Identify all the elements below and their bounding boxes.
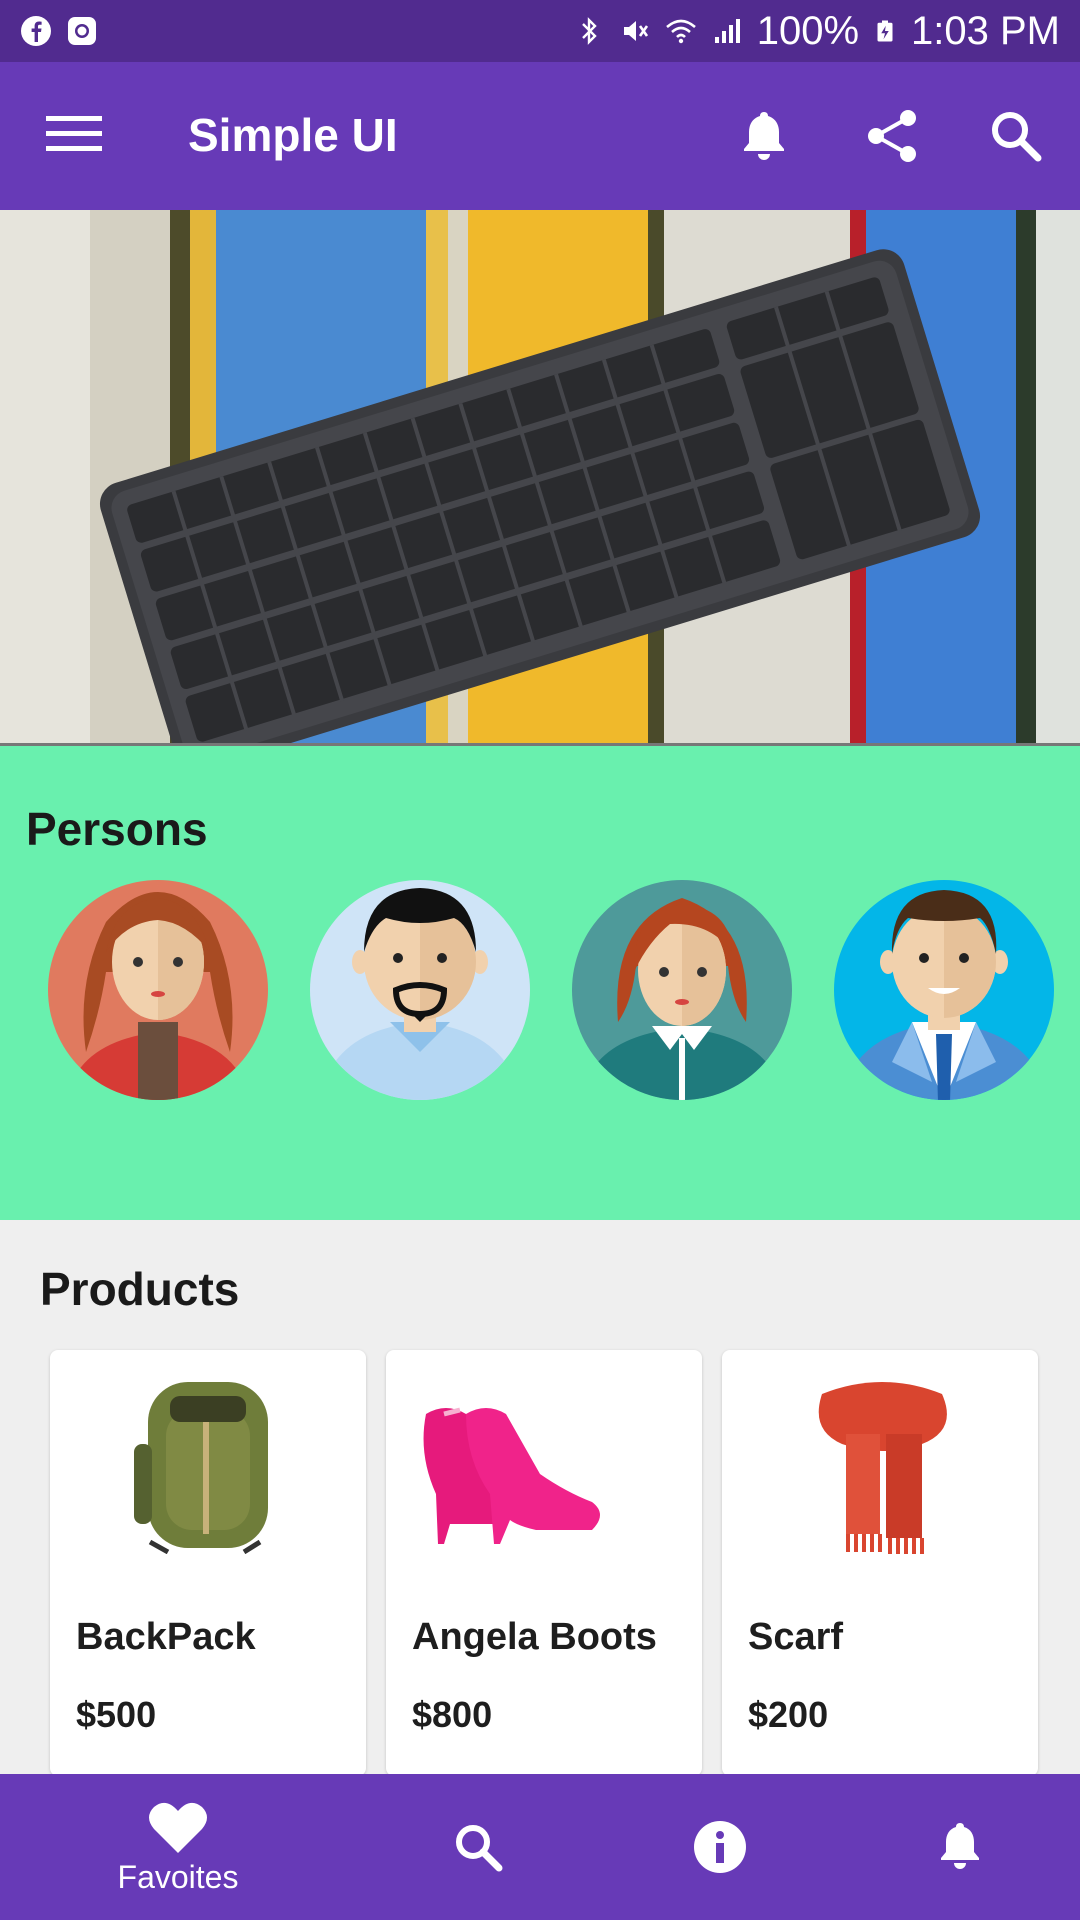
hero-banner-image — [0, 210, 1080, 746]
persons-title: Persons — [26, 803, 208, 855]
battery-percent: 100% — [756, 8, 860, 53]
nav-favorites[interactable]: Favoites — [58, 1774, 298, 1920]
bell-icon — [941, 1823, 979, 1869]
app-title: Simple UI — [188, 109, 398, 161]
persons-section: Persons — [0, 746, 1080, 1220]
battery-charging-icon — [877, 20, 893, 42]
product-card-angela-boots[interactable]: Angela Boots $800 — [386, 1350, 702, 1776]
facebook-icon — [21, 16, 51, 46]
scarf-image — [818, 1382, 947, 1554]
signal-icon — [714, 19, 740, 43]
menu-icon[interactable] — [46, 114, 102, 154]
mute-icon — [623, 21, 648, 41]
product-card-scarf[interactable]: Scarf $200 — [722, 1350, 1038, 1776]
search-icon[interactable] — [986, 106, 1046, 166]
product-price: $500 — [76, 1694, 157, 1735]
nav-search[interactable] — [358, 1774, 598, 1920]
boots-image — [423, 1407, 600, 1544]
product-price: $200 — [748, 1694, 829, 1735]
status-bar: 100% 1:03 PM — [0, 0, 1080, 62]
backpack-image — [134, 1382, 268, 1554]
product-name: BackPack — [76, 1616, 256, 1658]
share-icon[interactable] — [862, 106, 922, 166]
product-price: $800 — [412, 1694, 493, 1735]
product-name: Angela Boots — [412, 1616, 657, 1658]
nav-notifications[interactable] — [840, 1774, 1080, 1920]
instagram-icon — [68, 17, 96, 45]
wifi-icon — [665, 19, 696, 44]
avatar-man-suit[interactable] — [832, 862, 1056, 1102]
product-name: Scarf — [748, 1616, 844, 1658]
app-bar: Simple UI — [0, 62, 1080, 210]
avatar-man-beard[interactable] — [308, 862, 532, 1102]
nav-info[interactable] — [600, 1774, 840, 1920]
heart-icon — [149, 1802, 207, 1853]
nav-label: Favoites — [117, 1858, 239, 1895]
bottom-navigation: Favoites — [0, 1774, 1080, 1920]
bell-icon[interactable] — [734, 106, 794, 166]
info-icon — [694, 1821, 746, 1873]
search-icon — [456, 1825, 503, 1872]
avatar-woman-curly-hair[interactable] — [46, 862, 270, 1102]
products-title: Products — [40, 1263, 240, 1315]
clock: 1:03 PM — [911, 8, 1060, 53]
bluetooth-icon — [581, 17, 597, 45]
avatar-woman-red-hair[interactable] — [570, 862, 794, 1102]
product-card-backpack[interactable]: BackPack $500 — [50, 1350, 366, 1776]
